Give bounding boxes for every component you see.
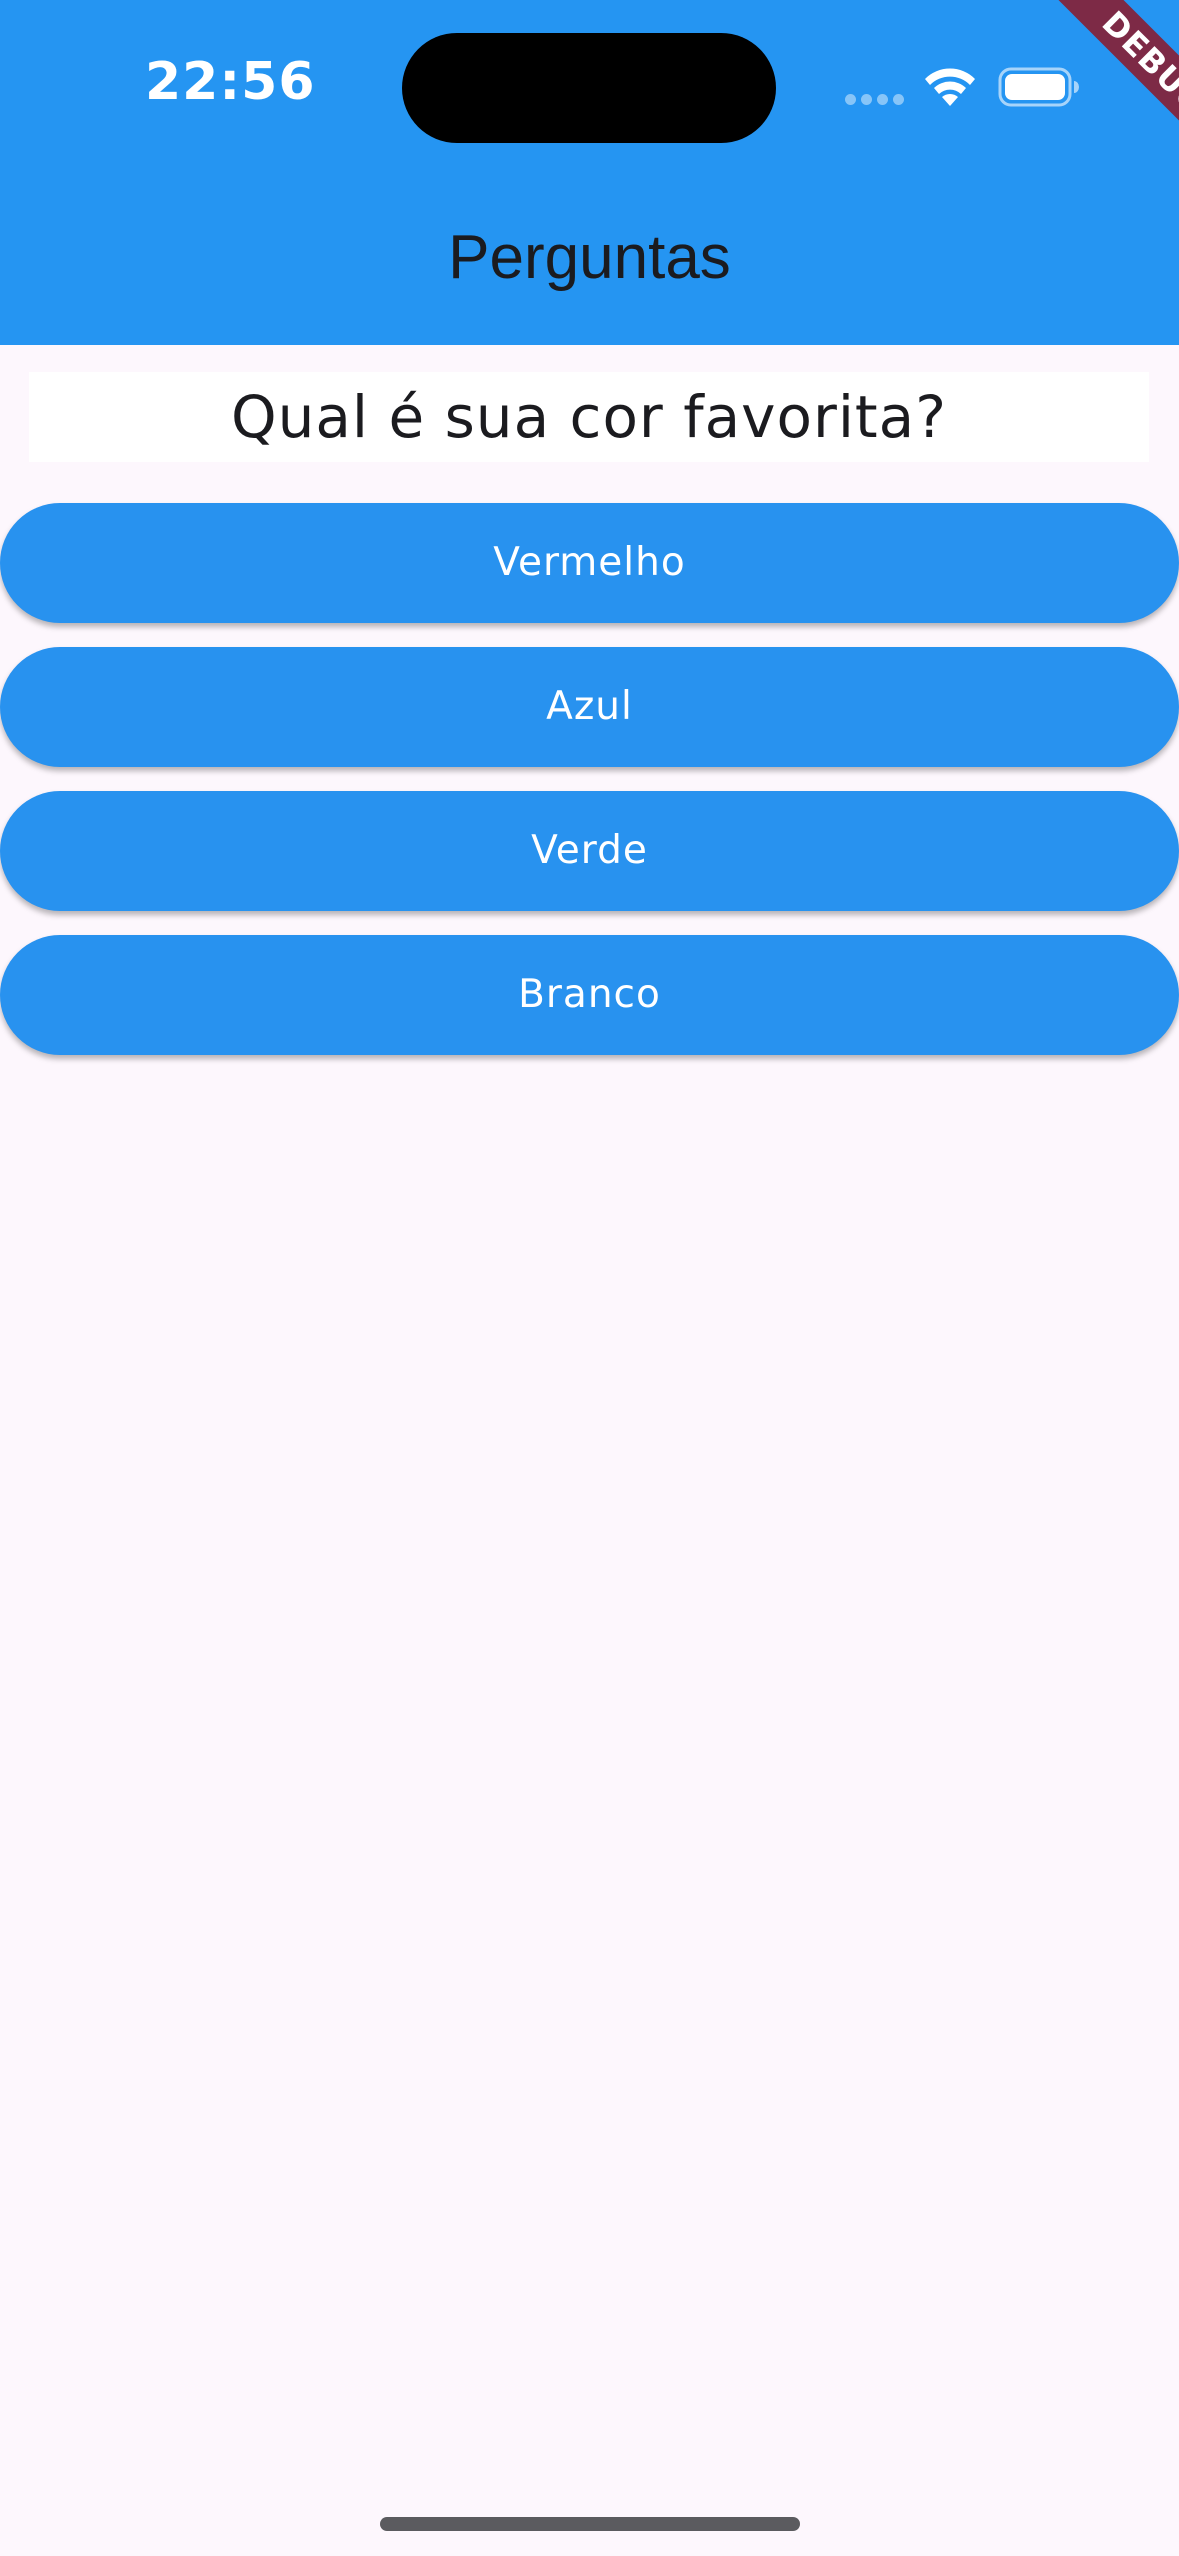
app-bar: 22:56 DEBUG Perguntas (0, 0, 1179, 345)
question-text: Qual é sua cor favorita? (230, 383, 948, 451)
debug-banner-label: DEBUG (1031, 0, 1179, 186)
debug-banner: DEBUG (979, 0, 1179, 200)
status-bar-time: 22:56 (145, 52, 316, 112)
page-title: Perguntas (448, 223, 731, 292)
home-indicator[interactable] (380, 2517, 800, 2531)
answer-button-azul[interactable]: Azul (0, 647, 1179, 767)
wifi-icon (925, 68, 975, 106)
dynamic-island (402, 33, 776, 143)
answer-button-vermelho[interactable]: Vermelho (0, 503, 1179, 623)
answer-button-branco[interactable]: Branco (0, 935, 1179, 1055)
signal-dots-icon (845, 94, 905, 106)
question-container: Qual é sua cor favorita? (29, 372, 1149, 462)
answer-button-verde[interactable]: Verde (0, 791, 1179, 911)
